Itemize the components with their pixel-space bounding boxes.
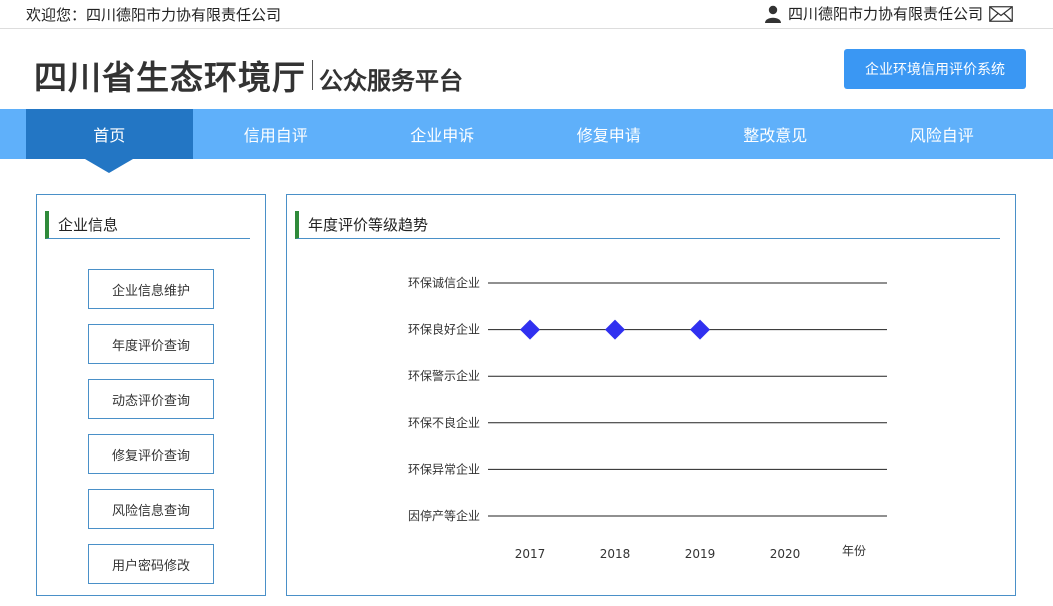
grade-marker [690, 319, 710, 340]
sidebar-item-dynamic-evaluation[interactable]: 动态评价查询 [88, 379, 214, 419]
user-company[interactable]: 四川德阳市力协有限责任公司 [788, 3, 983, 24]
top-bar: 欢迎您：四川德阳市力协有限责任公司 四川德阳市力协有限责任公司 [0, 0, 1053, 29]
grade-label: 环保不良企业 [408, 415, 480, 430]
main-nav: 首页 信用自评 企业申诉 修复申请 整改意见 风险自评 [0, 109, 1053, 173]
logo-sub-text: 公众服务平台 [319, 66, 463, 95]
welcome-text: 欢迎您：四川德阳市力协有限责任公司 [26, 4, 281, 25]
grade-marker [520, 319, 540, 340]
annual-trend-chart: 环保诚信企业环保良好企业环保警示企业环保不良企业环保异常企业因停产等企业 2017… [408, 275, 887, 561]
grade-marker [605, 319, 625, 340]
header: 四川省生态环境厅 公众服务平台 企业环境信用评价系统 [0, 29, 1053, 109]
grade-label: 环保良好企业 [408, 322, 480, 337]
sidebar-menu: 企业信息维护 年度评价查询 动态评价查询 修复评价查询 风险信息查询 用户密码修… [88, 269, 214, 599]
nav-item-enterprise-appeal[interactable]: 企业申诉 [359, 109, 526, 159]
user-area: 四川德阳市力协有限责任公司 [764, 3, 1013, 24]
sidebar-item-change-password[interactable]: 用户密码修改 [88, 544, 214, 584]
year-tick-label: 2019 [685, 547, 716, 561]
welcome-label: 欢迎您： [26, 6, 87, 24]
year-tick-label: 2017 [515, 547, 546, 561]
user-icon[interactable] [764, 5, 782, 23]
nav-item-home[interactable]: 首页 [26, 109, 193, 173]
enterprise-info-panel: 企业信息 企业信息维护 年度评价查询 动态评价查询 修复评价查询 风险信息查询 … [36, 194, 266, 596]
grade-label: 因停产等企业 [408, 508, 480, 523]
logo-main-text: 四川省生态环境厅 [34, 58, 306, 97]
sidebar-item-info-maintenance[interactable]: 企业信息维护 [88, 269, 214, 309]
nav-item-credit-self-evaluation[interactable]: 信用自评 [193, 109, 360, 159]
sidebar-item-repair-evaluation[interactable]: 修复评价查询 [88, 434, 214, 474]
mail-icon[interactable] [989, 5, 1013, 22]
nav-item-repair-application[interactable]: 修复申请 [526, 109, 693, 159]
grade-label: 环保异常企业 [408, 461, 480, 476]
credit-evaluation-system-button[interactable]: 企业环境信用评价系统 [844, 49, 1026, 89]
sidebar-item-risk-info[interactable]: 风险信息查询 [88, 489, 214, 529]
logo-divider [312, 60, 313, 90]
x-axis-label: 年份 [842, 544, 866, 558]
welcome-company: 四川德阳市力协有限责任公司 [86, 6, 282, 24]
site-logo[interactable]: 四川省生态环境厅 公众服务平台 [34, 51, 463, 99]
year-tick-label: 2018 [600, 547, 631, 561]
grade-label: 环保诚信企业 [408, 275, 480, 290]
annual-trend-title: 年度评价等级趋势 [295, 211, 1000, 239]
year-tick-label: 2020 [770, 547, 801, 561]
nav-item-rectification-opinion[interactable]: 整改意见 [692, 109, 859, 159]
annual-trend-panel: 年度评价等级趋势 环保诚信企业 环保良好企业 环保警示企业 环保不良企业 环保异常企业因… [286, 194, 1016, 596]
sidebar-item-annual-evaluation[interactable]: 年度评价查询 [88, 324, 214, 364]
enterprise-info-title: 企业信息 [45, 211, 250, 239]
nav-item-risk-self-evaluation[interactable]: 风险自评 [859, 109, 1026, 159]
grade-label: 环保警示企业 [408, 368, 480, 383]
